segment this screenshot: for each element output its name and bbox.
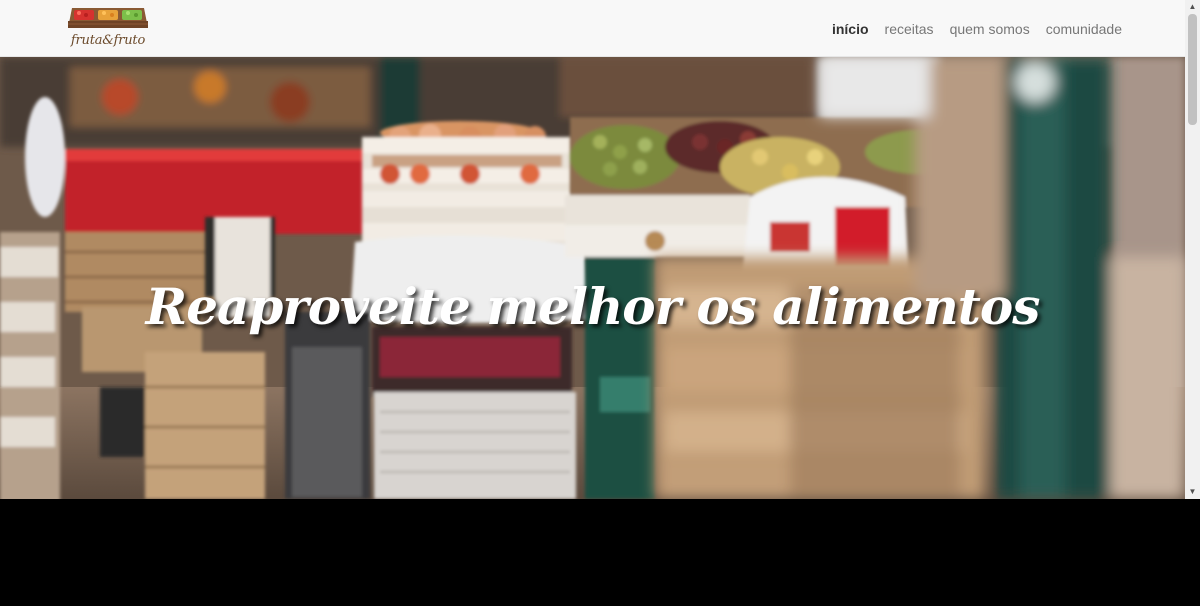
nav-item-inicio[interactable]: início — [832, 21, 869, 37]
hero-banner: Reaproveite melhor os alimentos — [0, 57, 1185, 499]
navbar: fruta&fruto início receitas quem somos c… — [0, 0, 1185, 57]
main-nav: início receitas quem somos comunidade — [832, 0, 1122, 57]
nav-item-receitas[interactable]: receitas — [885, 21, 934, 37]
vertical-scrollbar[interactable]: ▲ ▼ — [1185, 0, 1200, 499]
nav-item-comunidade[interactable]: comunidade — [1046, 21, 1122, 37]
hero-title: Reaproveite melhor os alimentos — [145, 276, 1041, 336]
browser-viewport: fruta&fruto início receitas quem somos c… — [0, 0, 1200, 499]
brand-logo[interactable]: fruta&fruto — [66, 5, 150, 53]
fruit-crate-icon — [68, 8, 148, 28]
scroll-up-arrow-icon[interactable]: ▲ — [1185, 0, 1200, 14]
scrollbar-thumb[interactable] — [1188, 14, 1197, 125]
nav-item-quem-somos[interactable]: quem somos — [950, 21, 1030, 37]
page-bottom-area — [0, 499, 1200, 606]
scroll-down-arrow-icon[interactable]: ▼ — [1185, 485, 1200, 499]
brand-name: fruta&fruto — [70, 33, 146, 48]
